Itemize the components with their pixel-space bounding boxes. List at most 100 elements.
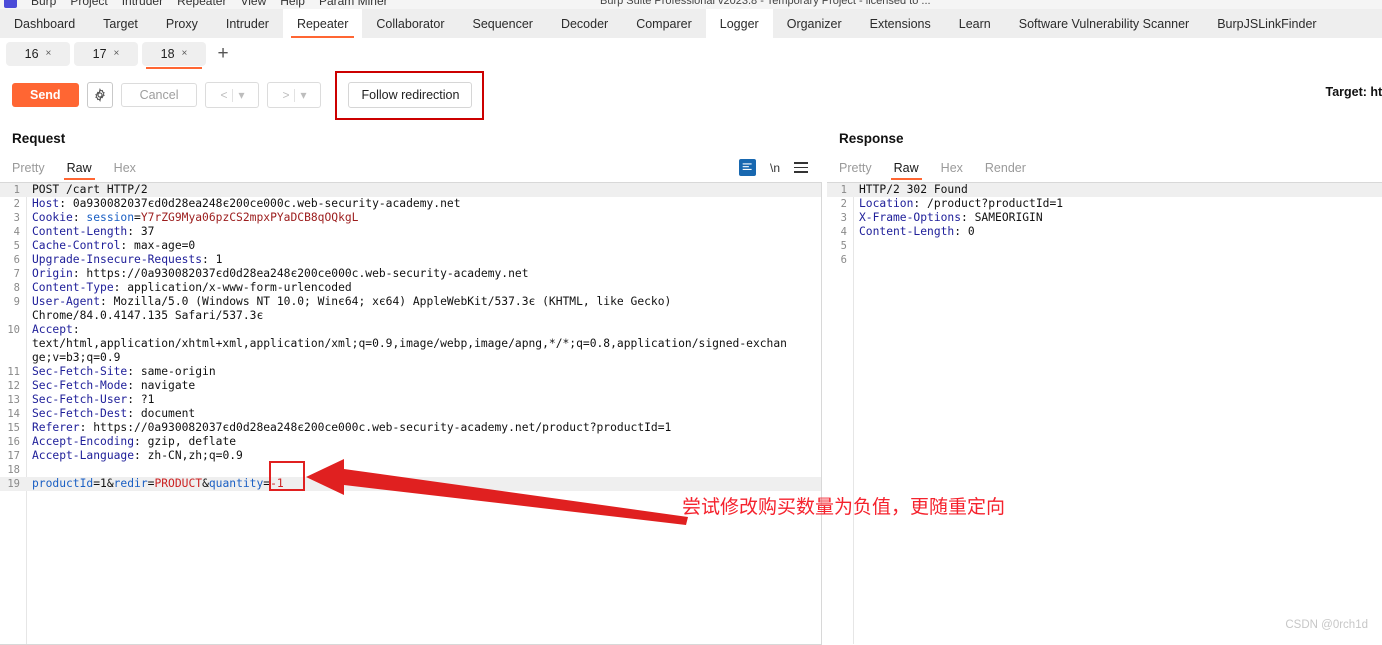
line-content[interactable]: Accept-Language: zh-CN,zh;q=0.9: [26, 449, 243, 463]
tab-decoder[interactable]: Decoder: [547, 9, 622, 38]
menu-item-help[interactable]: Help: [280, 0, 305, 8]
request-tab-hex[interactable]: Hex: [114, 161, 136, 180]
code-line[interactable]: Chrome/84.0.4147.135 Safari/537.3є: [0, 309, 821, 323]
code-line[interactable]: 5 Cache-Control: max-age=0: [0, 239, 821, 253]
previous-request-button[interactable]: < ▾: [205, 82, 260, 108]
menu-item-view[interactable]: View: [240, 0, 266, 8]
code-line[interactable]: 17 Accept-Language: zh-CN,zh;q=0.9: [0, 449, 821, 463]
response-editor[interactable]: 1 HTTP/2 302 Found 2 Location: /product?pro…: [827, 182, 1382, 644]
line-content[interactable]: Location: /product?productId=1: [853, 197, 1063, 211]
close-icon[interactable]: ×: [46, 48, 52, 59]
code-line[interactable]: 4 Content-Length: 0: [827, 225, 1382, 239]
line-content[interactable]: Accept-Encoding: gzip, deflate: [26, 435, 236, 449]
line-content[interactable]: Content-Type: application/x-www-form-url…: [26, 281, 352, 295]
send-button[interactable]: Send: [12, 83, 79, 107]
code-line[interactable]: 1 POST /cart HTTP/2: [0, 183, 821, 197]
code-line[interactable]: 7 Origin: https://0a930082037єd0d28ea248є…: [0, 267, 821, 281]
request-tab-pretty[interactable]: Pretty: [12, 161, 45, 180]
line-content[interactable]: Referer: https://0a930082037єd0d28ea248є…: [26, 421, 671, 435]
code-line[interactable]: 18: [0, 463, 821, 477]
response-tab-hex[interactable]: Hex: [941, 161, 963, 180]
tab-learn[interactable]: Learn: [945, 9, 1005, 38]
tab-burpjslinkfinder[interactable]: BurpJSLinkFinder: [1203, 9, 1330, 38]
code-line[interactable]: 15 Referer: https://0a930082037єd0d28ea24…: [0, 421, 821, 435]
menu-item-intruder[interactable]: Intruder: [122, 0, 163, 8]
response-code[interactable]: 1 HTTP/2 302 Found 2 Location: /product?pro…: [827, 183, 1382, 267]
menu-item-burp[interactable]: Burp: [31, 0, 56, 8]
code-line[interactable]: 1 HTTP/2 302 Found: [827, 183, 1382, 197]
tab-proxy[interactable]: Proxy: [152, 9, 212, 38]
menu-item-repeater[interactable]: Repeater: [177, 0, 226, 8]
line-content[interactable]: text/html,application/xhtml+xml,applicat…: [26, 337, 787, 351]
chevron-down-icon[interactable]: ▾: [300, 88, 306, 102]
close-icon[interactable]: ×: [182, 48, 188, 59]
tab-extensions[interactable]: Extensions: [856, 9, 945, 38]
chevron-down-icon[interactable]: ▾: [238, 88, 244, 102]
line-content[interactable]: Sec-Fetch-Site: same-origin: [26, 365, 216, 379]
code-line[interactable]: 9 User-Agent: Mozilla/5.0 (Windows NT 10.…: [0, 295, 821, 309]
format-icon[interactable]: [738, 159, 756, 176]
line-content[interactable]: Cache-Control: max-age=0: [26, 239, 195, 253]
code-line[interactable]: 3 X-Frame-Options: SAMEORIGIN: [827, 211, 1382, 225]
tab-sequencer[interactable]: Sequencer: [458, 9, 546, 38]
line-content[interactable]: Host: 0a930082037єd0d28ea248є200ce000c.w…: [26, 197, 461, 211]
code-line[interactable]: 16 Accept-Encoding: gzip, deflate: [0, 435, 821, 449]
code-line[interactable]: 8 Content-Type: application/x-www-form-ur…: [0, 281, 821, 295]
code-line[interactable]: 6: [827, 253, 1382, 267]
line-content[interactable]: Content-Length: 37: [26, 225, 154, 239]
response-tab-render[interactable]: Render: [985, 161, 1026, 180]
menu-item-project[interactable]: Project: [70, 0, 107, 8]
repeater-tab-17[interactable]: 17 ×: [74, 41, 138, 66]
tab-repeater[interactable]: Repeater: [282, 9, 363, 38]
line-content[interactable]: productId=1&redir=PRODUCT&quantity=-1: [26, 477, 284, 491]
request-tab-raw[interactable]: Raw: [63, 161, 95, 180]
tab-collaborator[interactable]: Collaborator: [362, 9, 458, 38]
repeater-tab-18[interactable]: 18 ×: [142, 41, 206, 69]
menu-item-param-miner[interactable]: Param Miner: [319, 0, 388, 8]
code-line[interactable]: 4 Content-Length: 37: [0, 225, 821, 239]
response-tab-pretty[interactable]: Pretty: [839, 161, 872, 180]
settings-gear-button[interactable]: [86, 82, 113, 108]
tab-software-vulnerability-scanner[interactable]: Software Vulnerability Scanner: [1005, 9, 1203, 38]
code-line[interactable]: text/html,application/xhtml+xml,applicat…: [0, 337, 821, 351]
code-line[interactable]: 10 Accept:: [0, 323, 821, 337]
tab-dashboard[interactable]: Dashboard: [0, 9, 89, 38]
request-code[interactable]: 1 POST /cart HTTP/2 2 Host: 0a930082037єd0d…: [0, 183, 821, 491]
code-line[interactable]: 12 Sec-Fetch-Mode: navigate: [0, 379, 821, 393]
repeater-tab-16[interactable]: 16 ×: [6, 41, 70, 66]
line-content[interactable]: Upgrade-Insecure-Requests: 1: [26, 253, 222, 267]
code-line[interactable]: 3 Cookie: session=Y7rZG9Mya06pzCS2mpxPYaD…: [0, 211, 821, 225]
code-line[interactable]: ge;v=b3;q=0.9: [0, 351, 821, 365]
hamburger-icon[interactable]: [794, 162, 808, 173]
response-tab-raw[interactable]: Raw: [890, 161, 922, 180]
request-editor[interactable]: 1 POST /cart HTTP/2 2 Host: 0a930082037єd0d…: [0, 182, 822, 645]
tab-logger[interactable]: Logger: [705, 9, 773, 38]
tab-organizer[interactable]: Organizer: [773, 9, 856, 38]
line-content[interactable]: User-Agent: Mozilla/5.0 (Windows NT 10.0…: [26, 295, 671, 309]
tab-target[interactable]: Target: [89, 9, 152, 38]
line-content[interactable]: Sec-Fetch-Dest: document: [26, 407, 195, 421]
line-content[interactable]: Sec-Fetch-Mode: navigate: [26, 379, 195, 393]
code-line[interactable]: 13 Sec-Fetch-User: ?1: [0, 393, 821, 407]
follow-redirection-button[interactable]: Follow redirection: [348, 81, 473, 108]
line-content[interactable]: Accept:: [26, 323, 80, 337]
add-tab-icon[interactable]: +: [210, 42, 236, 66]
cancel-button[interactable]: Cancel: [120, 83, 198, 107]
code-line[interactable]: 19 productId=1&redir=PRODUCT&quantity=-1: [0, 477, 821, 491]
code-line[interactable]: 2 Host: 0a930082037єd0d28ea248є200ce000c.…: [0, 197, 821, 211]
line-content[interactable]: Content-Length: 0: [853, 225, 975, 239]
line-content[interactable]: Cookie: session=Y7rZG9Mya06pzCS2mpxPYaDC…: [26, 211, 359, 225]
line-content[interactable]: Sec-Fetch-User: ?1: [26, 393, 154, 407]
close-icon[interactable]: ×: [114, 48, 120, 59]
line-content[interactable]: Chrome/84.0.4147.135 Safari/537.3є: [26, 309, 263, 323]
line-content[interactable]: Origin: https://0a930082037єd0d28ea248є2…: [26, 267, 529, 281]
code-line[interactable]: 14 Sec-Fetch-Dest: document: [0, 407, 821, 421]
code-line[interactable]: 5: [827, 239, 1382, 253]
next-request-button[interactable]: > ▾: [267, 82, 322, 108]
line-content[interactable]: POST /cart HTTP/2: [26, 183, 148, 197]
line-content[interactable]: HTTP/2 302 Found: [853, 183, 968, 197]
tab-comparer[interactable]: Comparer: [622, 9, 706, 38]
code-line[interactable]: 11 Sec-Fetch-Site: same-origin: [0, 365, 821, 379]
code-line[interactable]: 6 Upgrade-Insecure-Requests: 1: [0, 253, 821, 267]
tab-intruder[interactable]: Intruder: [212, 9, 283, 38]
